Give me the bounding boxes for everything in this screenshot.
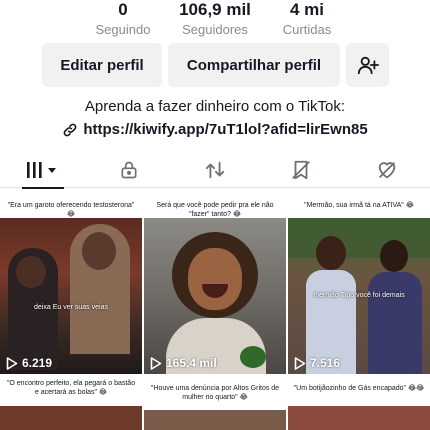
liked-heart-icon xyxy=(378,162,396,179)
tab-liked[interactable] xyxy=(344,152,430,188)
tab-favorites[interactable] xyxy=(258,152,344,188)
view-count-text: 6.219 xyxy=(22,356,53,370)
profile-stats: 0 Seguindo 106,9 mil Seguidores 4 mi Cur… xyxy=(0,0,430,40)
tab-videos[interactable] xyxy=(0,152,86,189)
view-count: 165,4 mil xyxy=(150,356,217,370)
profile-tabs xyxy=(0,152,430,189)
video-caption: "O encontro perfeito, ela pegará o bastã… xyxy=(0,376,142,406)
link-icon xyxy=(63,123,77,136)
repost-icon xyxy=(205,161,225,179)
following-label: Seguindo xyxy=(95,22,151,37)
video-frame xyxy=(144,218,286,374)
video-subtitle: deixa Eu ver suas veias xyxy=(34,304,108,311)
video-caption: "Era um garoto oferecendo testosterona" … xyxy=(0,194,142,218)
view-count-text: 165,4 mil xyxy=(166,356,217,370)
add-friend-button[interactable] xyxy=(346,43,389,87)
view-count: 7.516 xyxy=(294,356,340,370)
likes-count: 4 mi xyxy=(289,0,325,19)
followers-label: Seguidores xyxy=(182,22,248,37)
video-frame xyxy=(288,406,430,430)
play-icon xyxy=(6,356,18,370)
tab-reposts[interactable] xyxy=(172,152,258,188)
likes-label: Curtidas xyxy=(282,22,332,37)
video-grid: "Era um garoto oferecendo testosterona" … xyxy=(0,194,430,430)
bio-link[interactable]: https://kiwify.app/7uT1lol?afid=lirEwn85 xyxy=(0,121,430,138)
video-thumbnail[interactable]: Será que você pode pedir pra ele não "fa… xyxy=(144,194,286,374)
video-thumbnail[interactable]: "Mermão, sua irmã tá na ATIVA" 😂 mermão … xyxy=(288,194,430,374)
video-caption: "Um botijãozinho de Gás encapado" 😂😂 xyxy=(288,376,430,406)
video-thumbnail[interactable]: "Um botijãozinho de Gás encapado" 😂😂 xyxy=(288,376,430,430)
video-thumbnail[interactable]: "Era um garoto oferecendo testosterona" … xyxy=(0,194,142,374)
play-icon xyxy=(150,356,162,370)
lock-icon xyxy=(121,161,137,179)
video-thumbnail[interactable]: "Houve uma denúncia por Altos Gritos de … xyxy=(144,376,286,430)
following-stat[interactable]: 0 Seguindo xyxy=(88,0,158,38)
video-frame xyxy=(0,406,142,430)
tab-private[interactable] xyxy=(86,152,172,188)
view-count-text: 7.516 xyxy=(310,356,341,370)
followers-count: 106,9 mil xyxy=(179,0,251,19)
profile-actions: Editar perfil Compartilhar perfil xyxy=(0,43,430,87)
video-caption: Será que você pode pedir pra ele não "fa… xyxy=(144,194,286,218)
video-thumbnail[interactable]: "O encontro perfeito, ela pegará o bastã… xyxy=(0,376,142,430)
video-caption: "Houve uma denúncia por Altos Gritos de … xyxy=(144,376,286,410)
followers-stat[interactable]: 106,9 mil Seguidores xyxy=(170,0,260,38)
edit-profile-button[interactable]: Editar perfil xyxy=(42,43,162,87)
share-profile-button[interactable]: Compartilhar perfil xyxy=(168,43,340,87)
add-user-icon xyxy=(357,56,379,75)
view-count: 6.219 xyxy=(6,356,52,370)
video-frame xyxy=(0,218,142,374)
bio-link-text: https://kiwify.app/7uT1lol?afid=lirEwn85 xyxy=(83,121,368,138)
following-count: 0 xyxy=(118,0,128,19)
video-subtitle: mermão Tipo você foi demais xyxy=(313,292,405,299)
favorites-icon xyxy=(292,160,310,180)
likes-stat[interactable]: 4 mi Curtidas xyxy=(272,0,342,38)
grid-icon xyxy=(27,162,56,178)
video-caption: "Mermão, sua irmã tá na ATIVA" 😂 xyxy=(288,194,430,218)
play-icon xyxy=(294,356,306,370)
bio-text: Aprenda a fazer dinheiro com o TikTok: xyxy=(84,98,346,115)
video-frame xyxy=(144,410,286,430)
